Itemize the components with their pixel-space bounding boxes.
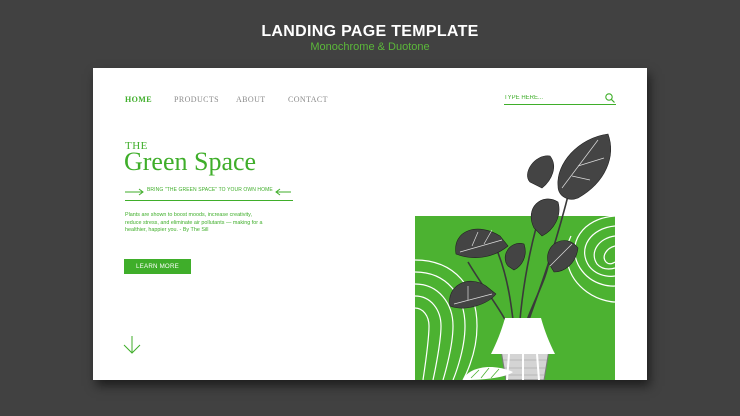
search-bar xyxy=(504,92,616,105)
search-input[interactable] xyxy=(504,92,599,103)
leaf-silhouette-icon xyxy=(463,366,513,380)
nav-item-home[interactable]: HOME xyxy=(125,95,152,104)
nav-item-contact[interactable]: CONTACT xyxy=(288,95,328,104)
hero-description: Plants are shown to boost moods, increas… xyxy=(125,212,263,233)
learn-more-button[interactable]: LEARN MORE xyxy=(124,259,191,274)
tagline-row: BRING "THE GREEN SPACE" TO YOUR OWN HOME xyxy=(125,186,293,201)
hero-title: Green Space xyxy=(124,147,257,176)
template-title: LANDING PAGE TEMPLATE xyxy=(261,23,479,40)
hero-tagline: BRING "THE GREEN SPACE" TO YOUR OWN HOME xyxy=(147,187,273,193)
arrow-left-icon xyxy=(275,188,291,196)
nav-item-about[interactable]: ABOUT xyxy=(236,95,266,104)
landing-page-mockup: HOME PRODUCTS ABOUT CONTACT THE Green Sp… xyxy=(93,68,647,380)
search-icon[interactable] xyxy=(604,92,616,104)
arrow-down-icon[interactable] xyxy=(122,335,142,355)
template-subtitle: Monochrome & Duotone xyxy=(310,41,430,53)
nav-item-products[interactable]: PRODUCTS xyxy=(174,95,219,104)
arrow-right-icon xyxy=(125,188,144,196)
